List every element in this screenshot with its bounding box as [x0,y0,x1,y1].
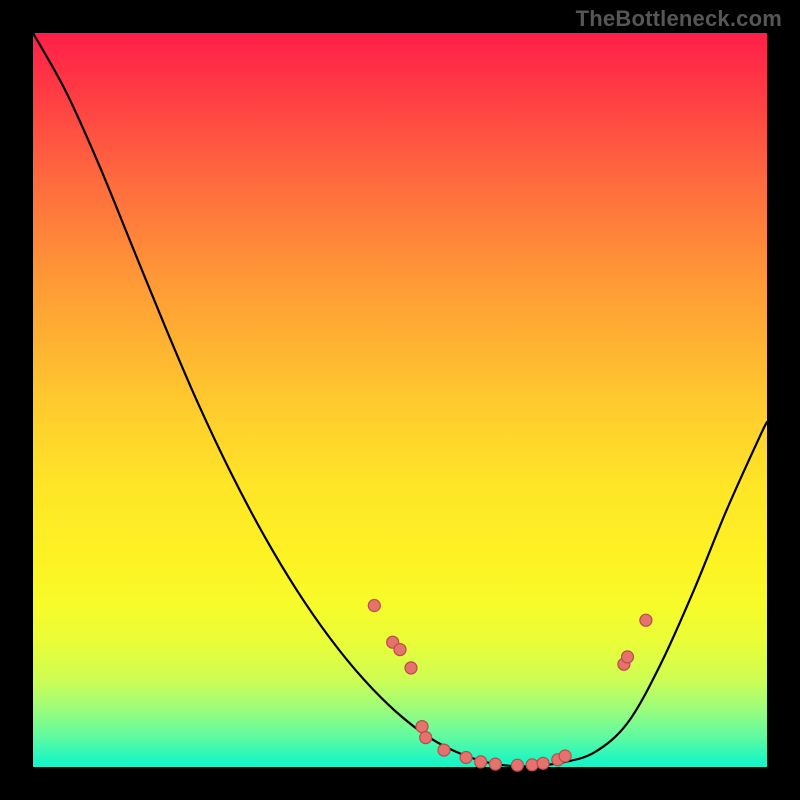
curve-dot [420,732,432,744]
chart-container: TheBottleneck.com [0,0,800,800]
curve-dot [526,759,538,771]
curve-dot [405,662,417,674]
curve-dot [438,744,450,756]
curve-layer [33,33,767,767]
watermark-text: TheBottleneck.com [576,6,782,32]
curve-dot [460,752,472,764]
curve-dot [489,758,501,770]
plot-area [33,33,767,767]
curve-dots [368,600,652,772]
curve-dot [511,759,523,771]
curve-dot [640,614,652,626]
curve-dot [475,756,487,768]
curve-dot [394,644,406,656]
curve-dot [416,721,428,733]
curve-dot [559,750,571,762]
curve-dot [368,600,380,612]
curve-dot [622,651,634,663]
bottleneck-curve [33,33,767,766]
curve-dot [537,757,549,769]
